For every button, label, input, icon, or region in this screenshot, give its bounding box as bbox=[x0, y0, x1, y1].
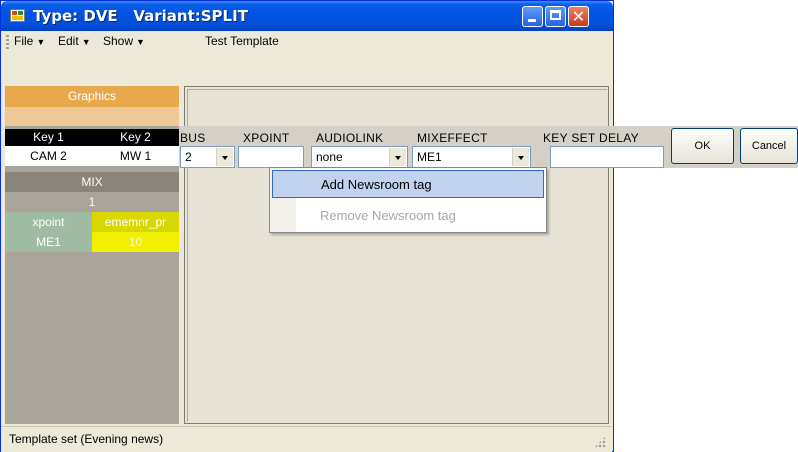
xpoint-input[interactable] bbox=[238, 146, 304, 168]
graphics-subrow[interactable] bbox=[5, 107, 179, 126]
title-bar[interactable]: Type: DVE Variant:SPLIT ✕ bbox=[1, 1, 613, 31]
menu-file-label: File bbox=[14, 34, 34, 48]
close-button[interactable]: ✕ bbox=[568, 6, 589, 27]
audiolink-label: AUDIOLINK bbox=[316, 131, 384, 145]
chevron-down-icon: ▼ bbox=[136, 37, 145, 47]
bus-select-value: 2 bbox=[185, 150, 192, 164]
mixeffect-select[interactable]: ME1 bbox=[412, 146, 531, 168]
key1-header[interactable]: Key 1 bbox=[5, 129, 92, 146]
context-menu: Add Newsroom tag Remove Newsroom tag bbox=[269, 167, 547, 233]
status-text: Template set (Evening news) bbox=[9, 432, 164, 446]
key-set-delay-input[interactable] bbox=[550, 146, 664, 168]
context-item-remove-newsroom-tag: Remove Newsroom tag bbox=[272, 202, 544, 230]
graphics-header[interactable]: Graphics bbox=[5, 86, 179, 107]
close-icon: ✕ bbox=[571, 7, 586, 26]
audiolink-select-value: none bbox=[316, 150, 343, 164]
minimize-icon bbox=[528, 19, 536, 22]
key2-value[interactable]: MW 1 bbox=[92, 146, 179, 166]
xpoint-value[interactable]: ME1 bbox=[5, 232, 92, 252]
cancel-button[interactable]: Cancel bbox=[740, 128, 798, 164]
maximize-icon bbox=[550, 10, 561, 20]
chevron-down-icon[interactable] bbox=[216, 148, 233, 166]
mixeffect-select-value: ME1 bbox=[417, 150, 442, 164]
ememnr-header[interactable]: ememnr_pr bbox=[92, 212, 179, 232]
menu-show-label: Show bbox=[103, 34, 134, 48]
menu-test-template-label: Test Template bbox=[205, 34, 279, 48]
menu-edit-label: Edit bbox=[58, 34, 79, 48]
status-bar: Template set (Evening news) bbox=[1, 426, 612, 452]
maximize-button[interactable] bbox=[545, 6, 566, 27]
app-icon[interactable] bbox=[10, 9, 25, 22]
menu-show[interactable]: Show ▼ bbox=[103, 34, 145, 48]
bus-label: BUS bbox=[180, 131, 206, 145]
key1-value[interactable]: CAM 2 bbox=[5, 146, 92, 166]
chevron-down-icon: ▼ bbox=[81, 37, 91, 47]
context-item-add-newsroom-tag[interactable]: Add Newsroom tag bbox=[272, 170, 544, 198]
xpoint-label: XPOINT bbox=[243, 131, 290, 145]
window-title: Type: DVE Variant:SPLIT bbox=[33, 7, 248, 25]
key-set-delay-label: KEY SET DELAY bbox=[543, 131, 639, 145]
xpoint-header[interactable]: xpoint bbox=[5, 212, 92, 232]
ememnr-value[interactable]: 10 bbox=[92, 232, 179, 252]
context-item-label: Add Newsroom tag bbox=[321, 177, 432, 192]
minimize-button[interactable] bbox=[522, 6, 543, 27]
ok-button[interactable]: OK bbox=[671, 128, 734, 164]
menu-edit[interactable]: Edit ▼ bbox=[58, 34, 91, 48]
mix-header[interactable]: MIX bbox=[5, 172, 179, 192]
context-item-label: Remove Newsroom tag bbox=[320, 208, 456, 223]
menu-file[interactable]: File ▼ bbox=[14, 34, 45, 48]
menu-bar: File ▼ Edit ▼ Show ▼ Test Template bbox=[2, 31, 612, 53]
audiolink-select[interactable]: none bbox=[311, 146, 408, 168]
chevron-down-icon[interactable] bbox=[389, 148, 406, 166]
bus-select[interactable]: 2 bbox=[180, 146, 235, 168]
mixeffect-label: MIXEFFECT bbox=[417, 131, 488, 145]
mix-value[interactable]: 1 bbox=[5, 192, 179, 212]
menu-test-template[interactable]: Test Template bbox=[205, 34, 279, 48]
chevron-down-icon: ▼ bbox=[36, 37, 46, 47]
chevron-down-icon[interactable] bbox=[512, 148, 529, 166]
toolbar-grip[interactable] bbox=[6, 35, 9, 51]
key2-header[interactable]: Key 2 bbox=[92, 129, 179, 146]
resize-grip-icon[interactable] bbox=[594, 436, 606, 448]
